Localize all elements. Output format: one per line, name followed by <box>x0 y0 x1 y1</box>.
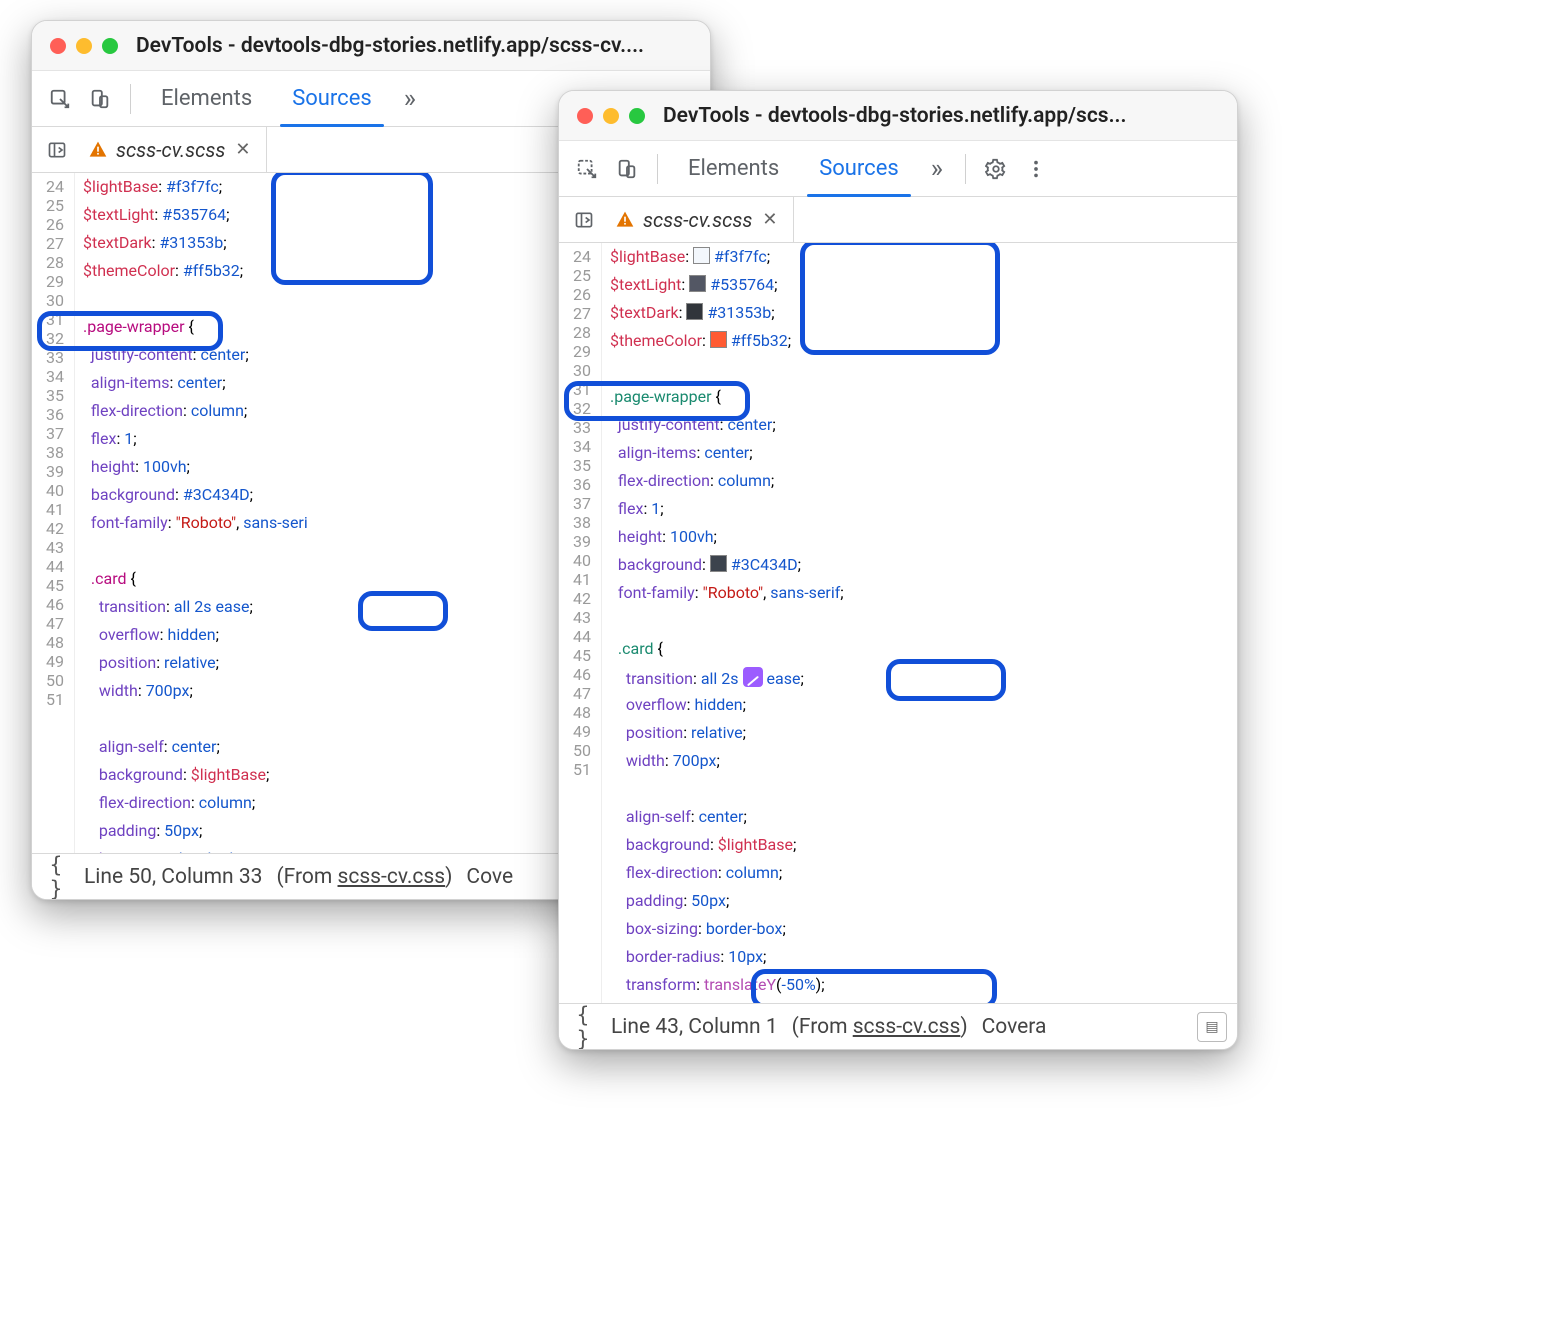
close-icon[interactable] <box>577 108 593 124</box>
separator <box>130 84 131 114</box>
close-tab-icon[interactable]: ✕ <box>233 139 252 160</box>
code-editor[interactable]: $lightBase: #f3f7fc;$textLight: #535764;… <box>75 173 308 899</box>
file-tab[interactable]: scss-cv.scss ✕ <box>74 127 267 172</box>
line-gutter: 2425262728293031323334353637383940414243… <box>32 173 75 899</box>
warning-icon <box>615 210 635 230</box>
window-title: DevTools - devtools-dbg-stories.netlify.… <box>663 104 1219 128</box>
status-extra: Cove <box>466 865 513 889</box>
close-icon[interactable] <box>50 38 66 54</box>
cursor-position: Line 50, Column 33 <box>84 865 262 889</box>
inspect-icon[interactable] <box>567 149 607 189</box>
file-tab[interactable]: scss-cv.scss ✕ <box>601 197 794 242</box>
pretty-print-icon[interactable]: { } <box>569 1003 597 1050</box>
device-toggle-icon[interactable] <box>80 79 120 119</box>
settings-icon[interactable] <box>976 149 1016 189</box>
minimize-icon[interactable] <box>76 38 92 54</box>
status-extra: Covera <box>982 1015 1047 1039</box>
maximize-icon[interactable] <box>102 38 118 54</box>
kebab-menu-icon[interactable] <box>1016 149 1056 189</box>
navigator-toggle-icon[interactable] <box>567 200 601 240</box>
devtools-window-b: DevTools - devtools-dbg-stories.netlify.… <box>558 90 1238 1050</box>
maximize-icon[interactable] <box>629 108 645 124</box>
file-tab-label: scss-cv.scss <box>643 208 752 232</box>
source-map-link[interactable]: scss-cv.css <box>853 1015 961 1039</box>
more-tabs-icon[interactable]: » <box>919 154 955 184</box>
close-tab-icon[interactable]: ✕ <box>760 209 779 230</box>
device-toggle-icon[interactable] <box>607 149 647 189</box>
tab-sources[interactable]: Sources <box>272 71 392 126</box>
panel-tabs: Elements Sources » <box>559 141 1237 197</box>
source-map-link[interactable]: scss-cv.css <box>338 865 446 889</box>
tab-elements[interactable]: Elements <box>668 141 799 196</box>
file-tabs: scss-cv.scss ✕ <box>559 197 1237 243</box>
collapse-drawer-icon[interactable]: ▤ <box>1197 1012 1227 1042</box>
titlebar[interactable]: DevTools - devtools-dbg-stories.netlify.… <box>32 21 710 71</box>
titlebar[interactable]: DevTools - devtools-dbg-stories.netlify.… <box>559 91 1237 141</box>
minimize-icon[interactable] <box>603 108 619 124</box>
pretty-print-icon[interactable]: { } <box>42 853 70 900</box>
warning-icon <box>88 140 108 160</box>
separator <box>657 154 658 184</box>
source-map-info: (From scss-cv.css) <box>792 1015 968 1039</box>
source-map-info: (From scss-cv.css) <box>276 865 452 889</box>
inspect-icon[interactable] <box>40 79 80 119</box>
tab-sources[interactable]: Sources <box>799 141 919 196</box>
file-tab-label: scss-cv.scss <box>116 138 225 162</box>
navigator-toggle-icon[interactable] <box>40 130 74 170</box>
code-editor[interactable]: $lightBase: #f3f7fc;$textLight: #535764;… <box>602 243 844 1049</box>
separator <box>965 154 966 184</box>
cursor-position: Line 43, Column 1 <box>611 1015 778 1039</box>
status-bar: { } Line 43, Column 1 (From scss-cv.css)… <box>559 1003 1237 1049</box>
more-tabs-icon[interactable]: » <box>392 84 428 114</box>
line-gutter: 2425262728293031323334353637383940414243… <box>559 243 602 1049</box>
window-title: DevTools - devtools-dbg-stories.netlify.… <box>136 34 692 58</box>
tab-elements[interactable]: Elements <box>141 71 272 126</box>
